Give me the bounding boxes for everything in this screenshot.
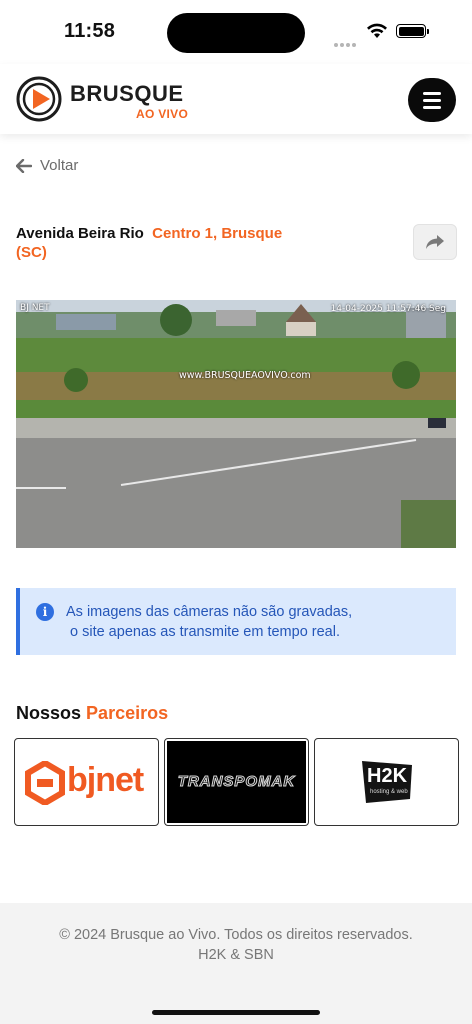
back-label: Voltar [40,157,79,174]
partner-transpomak-name: TRANSPOMAK [177,773,296,791]
camera-osd-timestamp: 14-04-2025 11:57:46 Seg [330,304,446,314]
partners-title-prefix: Nossos [16,703,82,723]
dynamic-island [167,13,305,53]
camera-osd-source: BJ NET [20,303,50,313]
footer: © 2024 Brusque ao Vivo. Todos os direito… [0,903,472,985]
partners-title: Nossos Parceiros [16,703,168,724]
partner-transpomak[interactable]: TRANSPOMAK [164,738,309,826]
battery-icon [396,24,429,38]
partner-h2k-tagline: hosting & web [370,789,408,795]
site-header: BRUSQUE AO VIVO [0,64,472,134]
partners-title-accent: Parceiros [86,703,169,723]
back-link[interactable]: Voltar [16,157,78,174]
status-time: 11:58 [64,20,116,42]
footer-credits: H2K & SBN [198,947,274,963]
home-indicator[interactable] [152,1010,320,1015]
info-icon: i [36,603,54,621]
brand-subtitle: AO VIVO [136,107,189,121]
signal-icon [334,34,358,52]
camera-feed[interactable]: BJ NET 14-04-2025 11:57:46 Seg www.BRUSQ… [16,300,456,548]
partner-h2k-name: H2K [367,765,408,787]
share-button[interactable] [413,224,457,260]
wifi-icon [367,23,387,38]
alert-line-1: As imagens das câmeras não são gravadas, [66,604,353,620]
partner-bjnet[interactable]: bjnet [14,738,159,826]
camera-title: Avenida Beira Rio Centro 1, Brusque (SC) [16,224,316,262]
alert-line-2: o site apenas as transmite em tempo real… [70,624,340,640]
brand-name: BRUSQUE [70,81,184,106]
bottom-safe-area [0,985,472,1024]
info-alert: i As imagens das câmeras não são gravada… [16,588,456,655]
bjnet-logo-icon [25,761,65,805]
partner-bjnet-name: bjnet [67,761,144,799]
partner-h2k[interactable]: H2K hosting & web [314,738,459,826]
camera-street: Avenida Beira Rio [16,225,144,242]
share-icon [426,235,444,249]
camera-watermark: www.BRUSQUEAOVIVO.com [179,370,311,381]
camera-image [16,300,456,548]
arrow-left-icon [16,158,32,173]
menu-button[interactable] [408,78,456,122]
status-bar: 11:58 [0,0,472,64]
footer-copyright: © 2024 Brusque ao Vivo. Todos os direito… [59,927,413,943]
brand-logo[interactable] [14,74,64,124]
